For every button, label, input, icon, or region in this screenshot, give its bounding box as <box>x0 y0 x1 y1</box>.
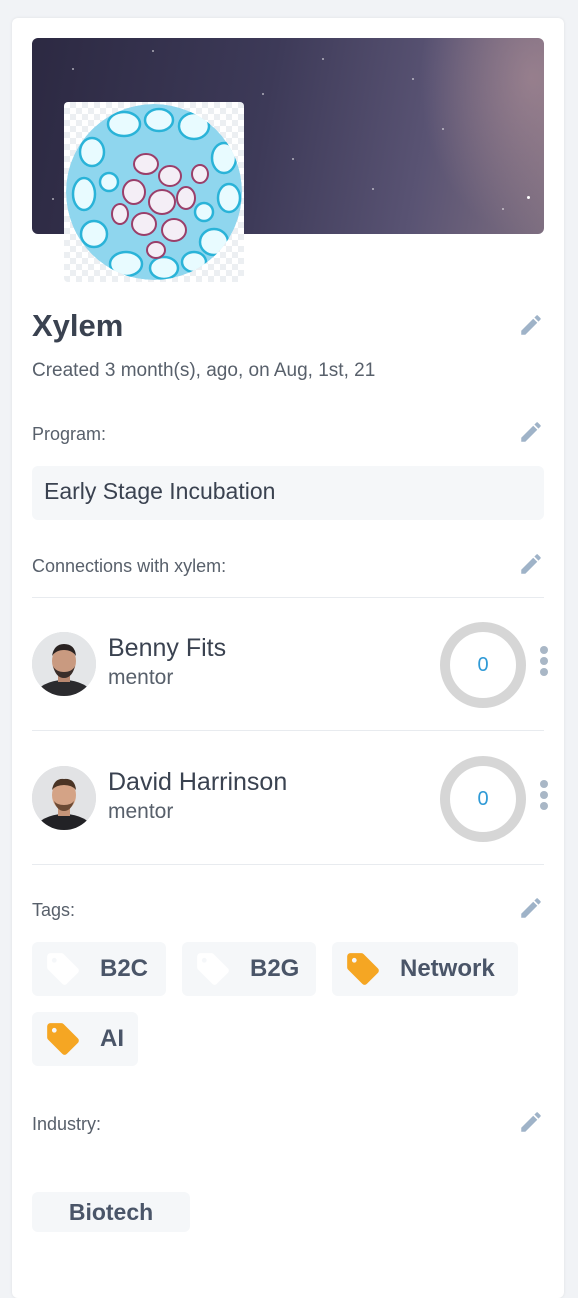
program-value-box: Early Stage Incubation <box>32 466 544 520</box>
edit-connections-pencil-icon[interactable] <box>518 551 544 577</box>
connection-row[interactable]: Benny Fits mentor 0 <box>32 598 548 732</box>
edit-tags-pencil-icon[interactable] <box>518 895 544 921</box>
industry-value: Biotech <box>68 1199 154 1225</box>
tag-label: AI <box>100 1025 124 1052</box>
connection-row[interactable]: David Harrinson mentor 0 <box>32 732 548 866</box>
tags-label: Tags: <box>32 900 76 920</box>
progress-ring[interactable]: 0 <box>440 622 526 708</box>
connection-role: mentor <box>108 666 174 689</box>
project-card: Xylem Created 3 month(s), ago, on Aug, 1… <box>12 18 564 1298</box>
tag-icon <box>197 953 229 985</box>
program-label: Program: <box>32 424 107 444</box>
connection-name[interactable]: Benny Fits <box>108 634 226 663</box>
connection-name[interactable]: David Harrinson <box>108 768 287 797</box>
project-logo <box>64 102 244 282</box>
connection-role: mentor <box>108 800 174 823</box>
edit-industry-pencil-icon[interactable] <box>518 1109 544 1135</box>
project-title: Xylem <box>32 308 124 343</box>
progress-ring[interactable]: 0 <box>440 756 526 842</box>
tag-label: B2G <box>250 955 300 982</box>
program-value: Early Stage Incubation <box>44 478 276 504</box>
divider <box>32 730 544 731</box>
tag-label: Network <box>400 955 495 982</box>
created-date: Created 3 month(s), ago, on Aug, 1st, 21 <box>32 360 376 381</box>
edit-title-pencil-icon[interactable] <box>518 312 544 338</box>
connections-label: Connections with xylem: <box>32 556 227 576</box>
more-options-kebab-icon[interactable] <box>538 780 550 816</box>
avatar <box>32 766 96 830</box>
tag-b2c[interactable]: B2C <box>32 942 166 996</box>
tag-icon <box>47 1023 79 1055</box>
more-options-kebab-icon[interactable] <box>538 646 550 682</box>
tag-ai[interactable]: AI <box>32 1012 138 1066</box>
industry-label: Industry: <box>32 1114 102 1134</box>
divider <box>32 864 544 865</box>
edit-program-pencil-icon[interactable] <box>518 419 544 445</box>
tag-icon <box>347 953 379 985</box>
avatar <box>32 632 96 696</box>
tag-icon <box>47 953 79 985</box>
tag-network[interactable]: Network <box>332 942 518 996</box>
industry-chip: Biotech <box>32 1192 190 1232</box>
tag-label: B2C <box>100 955 149 982</box>
tag-b2g[interactable]: B2G <box>182 942 316 996</box>
